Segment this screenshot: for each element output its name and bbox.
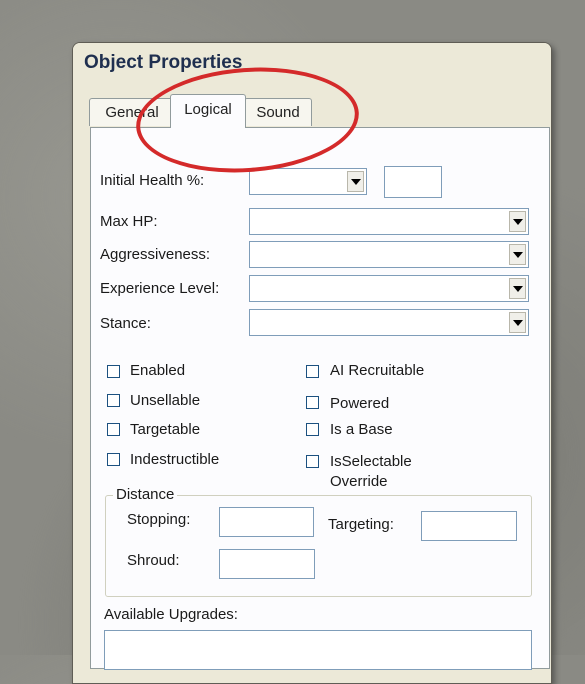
initial-health-textbox[interactable] — [384, 166, 442, 198]
initial-health-dropdown[interactable] — [249, 168, 367, 195]
ai-recruitable-label[interactable]: AI Recruitable — [330, 362, 424, 379]
isselectable-override-label[interactable]: IsSelectable Override — [330, 452, 440, 492]
initial-health-label: Initial Health %: — [100, 172, 205, 189]
available-upgrades-list[interactable] — [104, 630, 532, 670]
targeting-label: Targeting: — [328, 516, 394, 533]
powered-checkbox[interactable] — [306, 396, 319, 409]
aggressiveness-dropdown[interactable] — [249, 241, 529, 268]
unsellable-label[interactable]: Unsellable — [130, 392, 200, 409]
is-a-base-checkbox[interactable] — [306, 423, 319, 436]
ai-recruitable-checkbox[interactable] — [306, 365, 319, 378]
indestructible-label[interactable]: Indestructible — [130, 451, 219, 468]
shroud-label: Shroud: — [127, 552, 180, 569]
shroud-input[interactable] — [219, 549, 315, 579]
max-hp-label: Max HP: — [100, 213, 158, 230]
powered-label[interactable]: Powered — [330, 395, 389, 412]
targeting-input[interactable] — [421, 511, 517, 541]
experience-level-dropdown[interactable] — [249, 275, 529, 302]
enabled-checkbox[interactable] — [107, 365, 120, 378]
targetable-checkbox[interactable] — [107, 423, 120, 436]
chevron-down-icon[interactable] — [347, 171, 364, 192]
stance-dropdown[interactable] — [249, 309, 529, 336]
experience-level-label: Experience Level: — [100, 280, 220, 297]
isselectable-override-checkbox[interactable] — [306, 455, 319, 468]
tab-logical[interactable]: Logical — [170, 94, 246, 128]
stopping-label: Stopping: — [127, 511, 191, 528]
enabled-label[interactable]: Enabled — [130, 362, 185, 379]
indestructible-checkbox[interactable] — [107, 453, 120, 466]
is-a-base-label[interactable]: Is a Base — [330, 421, 393, 438]
chevron-down-icon[interactable] — [509, 244, 526, 265]
max-hp-dropdown[interactable] — [249, 208, 529, 235]
distance-legend: Distance — [113, 486, 178, 503]
chevron-down-icon[interactable] — [509, 278, 526, 299]
stance-label: Stance: — [100, 315, 151, 332]
stopping-input[interactable] — [219, 507, 314, 537]
targetable-label[interactable]: Targetable — [130, 421, 200, 438]
unsellable-checkbox[interactable] — [107, 394, 120, 407]
chevron-down-icon[interactable] — [509, 312, 526, 333]
chevron-down-icon[interactable] — [509, 211, 526, 232]
aggressiveness-label: Aggressiveness: — [100, 246, 211, 263]
available-upgrades-label: Available Upgrades: — [104, 606, 238, 623]
